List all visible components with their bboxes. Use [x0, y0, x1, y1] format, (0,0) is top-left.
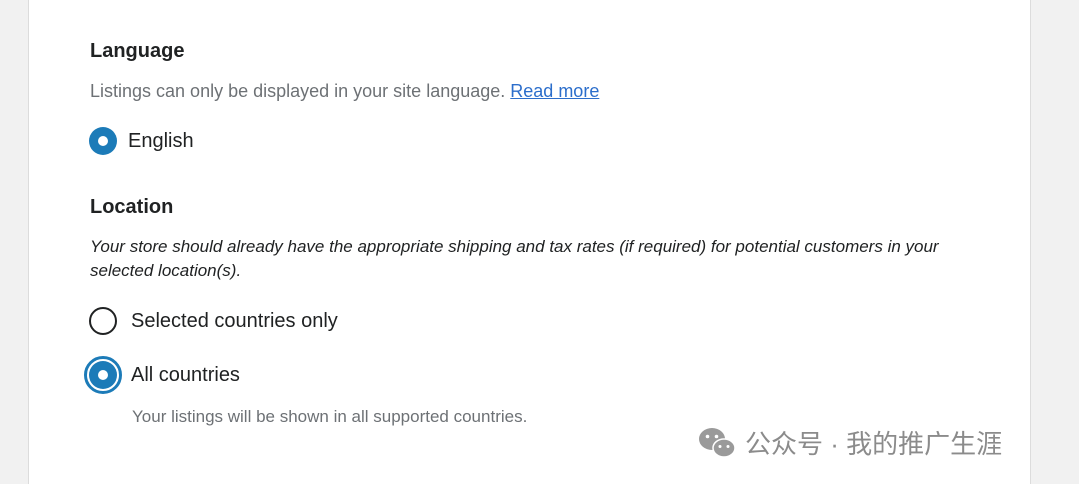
location-note: Your store should already have the appro… — [90, 237, 939, 280]
read-more-link[interactable]: Read more — [510, 81, 599, 101]
radio-all-countries-label: All countries — [131, 363, 240, 386]
location-heading: Location — [90, 196, 174, 218]
language-heading: Language — [90, 40, 185, 62]
watermark-text: 公众号 · 我的推广生涯 — [745, 429, 1003, 459]
wechat-icon — [697, 426, 737, 460]
radio-english-control[interactable] — [89, 127, 117, 155]
radio-all-countries-control[interactable] — [84, 356, 122, 394]
settings-panel: Language Listings can only be displayed … — [28, 0, 1031, 484]
watermark: 公众号 · 我的推广生涯 — [697, 424, 1002, 461]
all-countries-help: Your listings will be shown in all suppo… — [132, 407, 528, 426]
language-help-label: Listings can only be displayed in your s… — [90, 81, 506, 101]
radio-selected-countries[interactable]: Selected countries only — [89, 307, 338, 335]
language-help-text: Listings can only be displayed in your s… — [90, 81, 599, 102]
radio-english[interactable]: English — [89, 127, 194, 155]
radio-all-countries[interactable]: All countries — [84, 356, 240, 394]
radio-english-label: English — [128, 129, 194, 152]
radio-selected-countries-label: Selected countries only — [131, 309, 338, 332]
radio-selected-countries-control[interactable] — [89, 307, 117, 335]
